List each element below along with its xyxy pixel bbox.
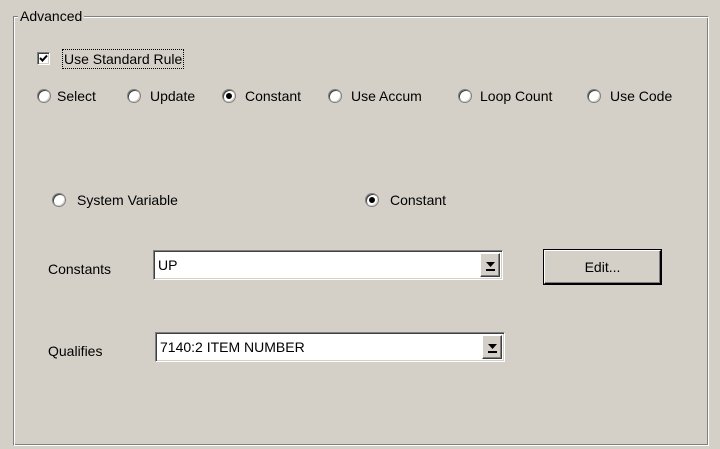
radio-use-accum-label[interactable]: Use Accum: [351, 87, 422, 105]
qualifies-dropdown-button[interactable]: [482, 335, 502, 359]
radio-dot-icon: [226, 93, 232, 99]
qualifies-value: 7140:2 ITEM NUMBER: [160, 339, 305, 355]
qualifies-label: Qualifies: [48, 343, 103, 359]
radio-use-code[interactable]: [587, 89, 601, 103]
constants-dropdown[interactable]: UP: [153, 250, 503, 280]
radio-dot-icon: [369, 197, 375, 203]
constants-value: UP: [158, 257, 178, 273]
advanced-groupbox: [13, 16, 709, 446]
edit-button[interactable]: Edit...: [544, 250, 661, 284]
radio-update[interactable]: [127, 89, 141, 103]
radio-update-label[interactable]: Update: [150, 87, 195, 105]
constants-label: Constants: [48, 261, 112, 277]
constants-dropdown-button[interactable]: [480, 253, 500, 277]
checkmark-icon: [39, 54, 48, 62]
radio-system-variable[interactable]: [52, 193, 66, 207]
qualifies-dropdown[interactable]: 7140:2 ITEM NUMBER: [155, 332, 505, 362]
radio-system-variable-label[interactable]: System Variable: [77, 191, 178, 209]
dropdown-arrow-icon: [488, 344, 497, 353]
radio-constant-label[interactable]: Constant: [245, 87, 301, 105]
use-standard-rule-label[interactable]: Use Standard Rule: [61, 49, 185, 69]
radio-source-constant-label[interactable]: Constant: [390, 191, 446, 209]
radio-select-label[interactable]: Select: [57, 87, 96, 105]
dropdown-arrow-icon: [486, 262, 495, 271]
radio-select[interactable]: [37, 89, 51, 103]
radio-use-code-label[interactable]: Use Code: [610, 87, 672, 105]
radio-use-accum[interactable]: [328, 89, 342, 103]
radio-source-constant[interactable]: [365, 193, 379, 207]
radio-loop-count[interactable]: [458, 89, 472, 103]
advanced-group-title: Advanced: [18, 7, 85, 25]
radio-loop-count-label[interactable]: Loop Count: [480, 87, 552, 105]
use-standard-rule-checkbox[interactable]: [37, 52, 50, 65]
radio-constant[interactable]: [222, 89, 236, 103]
